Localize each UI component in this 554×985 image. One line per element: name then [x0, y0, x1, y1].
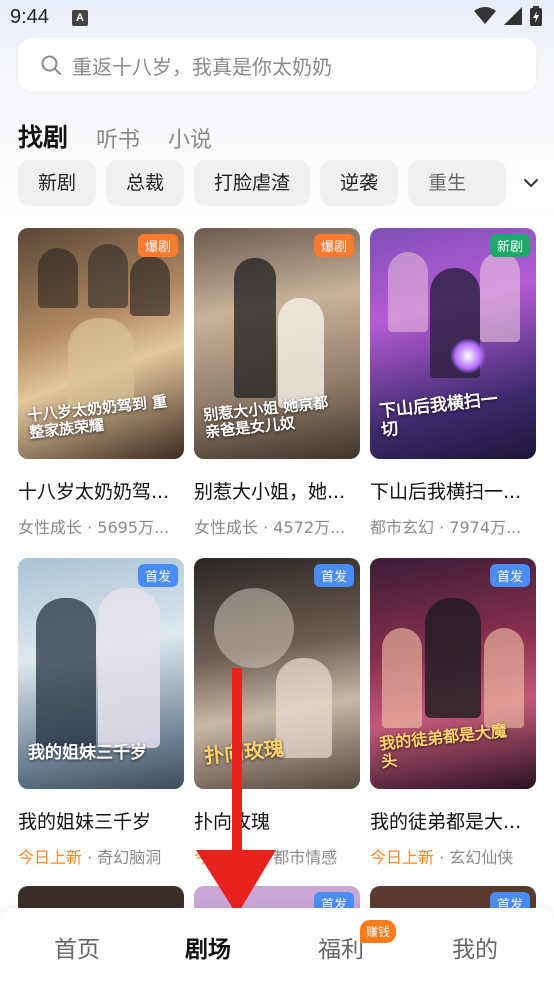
- poster-title: 我的姐妹三千岁: [28, 743, 147, 764]
- card-title: 我的徒弟都是大...: [370, 811, 522, 833]
- signal-icon: [504, 7, 522, 25]
- chip-face-slap[interactable]: 打脸虐渣: [194, 160, 311, 206]
- earn-money-badge: 赚钱: [360, 920, 397, 943]
- badge-premiere: 首发: [137, 564, 178, 587]
- card-meta: 今日上新 · 都市情感: [194, 844, 360, 868]
- nav-rewards[interactable]: 福利: [318, 930, 364, 964]
- chevron-down-icon: [524, 179, 538, 188]
- meta-separator: ·: [434, 518, 450, 537]
- poster-title: 扑向玫瑰: [202, 735, 286, 769]
- chip-ceo[interactable]: 总裁: [106, 160, 185, 206]
- card-genre: 奇幻脑洞: [97, 848, 162, 867]
- today-new-label: 今日上新: [370, 848, 435, 867]
- search-input[interactable]: 重返十八岁，我真是你太奶奶: [72, 51, 332, 80]
- card-meta: 女性成长 · 5695万...: [18, 514, 184, 538]
- badge-hot: 爆剧: [313, 234, 354, 257]
- notification-icon: A: [72, 10, 88, 26]
- drama-card[interactable]: 新剧 下山后我横扫一切 下山后我横扫一... 都市玄幻 · 7974万...: [370, 228, 536, 538]
- tab-find-drama[interactable]: 找剧: [18, 118, 68, 154]
- card-genre: 都市情感: [273, 848, 338, 867]
- card-genre: 都市玄幻: [370, 518, 435, 537]
- poster-image[interactable]: 爆剧 十八岁太奶奶驾到 重整家族荣耀: [18, 228, 184, 459]
- nav-theater[interactable]: 剧场: [185, 930, 231, 964]
- card-title: 我的姐妹三千岁: [18, 811, 152, 833]
- drama-card[interactable]: 爆剧 十八岁太奶奶驾到 重整家族荣耀 十八岁太奶奶驾... 女性成长 · 569…: [18, 228, 184, 538]
- drama-card[interactable]: 爆剧 别惹大小姐 她京都亲爸是女儿奴 别惹大小姐，她... 女性成长 · 457…: [194, 228, 360, 538]
- battery-icon: [530, 6, 542, 26]
- badge-premiere: 首发: [489, 564, 530, 587]
- card-plays: 4572万...: [273, 518, 346, 537]
- drama-card[interactable]: 首发 扑向玫瑰 扑向玫瑰 今日上新 · 都市情感: [194, 558, 360, 868]
- nav-home[interactable]: 首页: [54, 930, 100, 964]
- card-title: 十八岁太奶奶驾...: [18, 481, 170, 503]
- badge-hot: 爆剧: [137, 234, 178, 257]
- card-genre: 玄幻仙侠: [449, 848, 514, 867]
- meta-separator: ·: [82, 518, 98, 537]
- poster-title: 我的徒弟都是大魔头: [378, 720, 508, 771]
- wifi-icon: [474, 7, 496, 24]
- card-meta: 女性成长 · 4572万...: [194, 514, 360, 538]
- badge-premiere: 首发: [313, 564, 354, 587]
- poster-image[interactable]: 新剧 下山后我横扫一切: [370, 228, 536, 459]
- search-bar[interactable]: 重返十八岁，我真是你太奶奶: [18, 38, 536, 92]
- card-genre: 女性成长: [194, 518, 259, 537]
- genre-chips: 新剧 总裁 打脸虐渣 逆袭 重生: [18, 160, 538, 206]
- chip-rebirth[interactable]: 重生: [408, 160, 507, 206]
- expand-chips-button[interactable]: [508, 160, 554, 206]
- card-meta: 都市玄幻 · 7974万...: [370, 514, 536, 538]
- poster-image[interactable]: 爆剧 别惹大小姐 她京都亲爸是女儿奴: [194, 228, 360, 459]
- status-bar: 9:44 A: [0, 0, 554, 36]
- poster-image[interactable]: 首发 我的姐妹三千岁: [18, 558, 184, 789]
- tab-novel[interactable]: 小说: [168, 122, 212, 154]
- meta-separator: ·: [258, 518, 274, 537]
- card-genre: 女性成长: [18, 518, 83, 537]
- tab-audiobook[interactable]: 听书: [96, 122, 140, 154]
- card-meta: 今日上新 · 玄幻仙侠: [370, 844, 536, 868]
- drama-card[interactable]: 首发 我的姐妹三千岁 我的姐妹三千岁 今日上新 · 奇幻脑洞: [18, 558, 184, 868]
- card-plays: 5695万...: [97, 518, 170, 537]
- poster-image[interactable]: 首发 我的徒弟都是大魔头: [370, 558, 536, 789]
- bottom-nav: 首页 剧场 福利 赚钱 我的: [0, 908, 554, 985]
- meta-separator: ·: [434, 848, 450, 867]
- status-time: 9:44: [10, 6, 49, 28]
- nav-profile[interactable]: 我的: [452, 930, 498, 964]
- card-plays: 7974万...: [449, 518, 522, 537]
- poster-title: 十八岁太奶奶驾到 重整家族荣耀: [26, 392, 168, 442]
- today-new-label: 今日上新: [18, 848, 83, 867]
- card-title: 扑向玫瑰: [194, 811, 271, 833]
- poster-title: 下山后我横扫一切: [378, 389, 499, 441]
- status-icons: [474, 6, 542, 26]
- drama-card[interactable]: 首发 我的徒弟都是大魔头 我的徒弟都是大... 今日上新 · 玄幻仙侠: [370, 558, 536, 868]
- card-title: 下山后我横扫一...: [370, 481, 522, 503]
- today-new-label: 今日上新: [194, 848, 259, 867]
- chip-comeback[interactable]: 逆袭: [320, 160, 399, 206]
- badge-new: 新剧: [489, 234, 530, 257]
- chip-new[interactable]: 新剧: [18, 160, 97, 206]
- search-icon: [41, 55, 61, 75]
- poster-title: 别惹大小姐 她京都亲爸是女儿奴: [202, 393, 329, 441]
- card-title: 别惹大小姐，她...: [194, 481, 346, 503]
- category-tabs: 找剧 听书 小说: [18, 110, 212, 154]
- poster-image[interactable]: 首发 扑向玫瑰: [194, 558, 360, 789]
- card-meta: 今日上新 · 奇幻脑洞: [18, 844, 184, 868]
- meta-separator: ·: [82, 848, 98, 867]
- meta-separator: ·: [258, 848, 274, 867]
